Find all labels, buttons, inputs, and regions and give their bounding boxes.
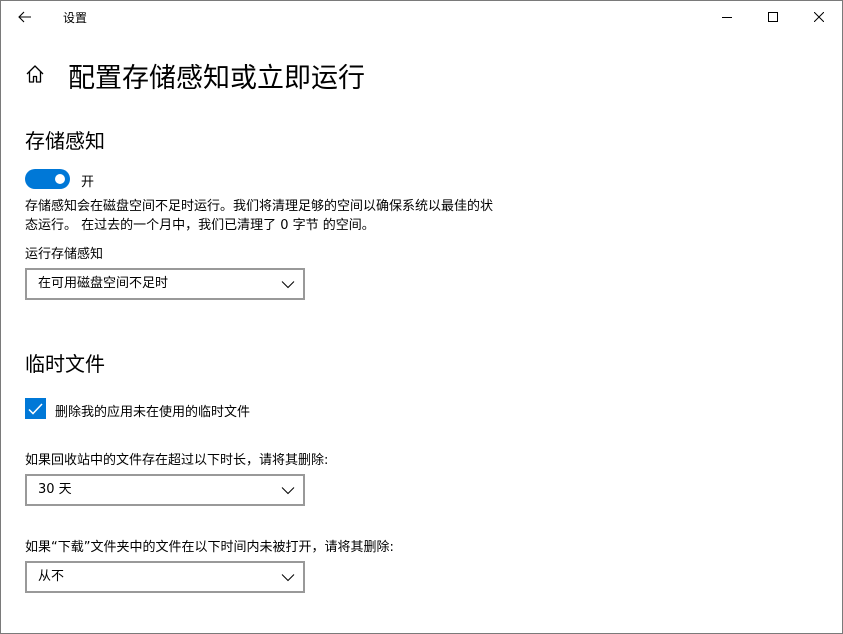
delete-temp-files-checkbox[interactable] xyxy=(25,398,46,419)
downloads-label: 如果“下载”文件夹中的文件在以下时间内未被打开，请将其删除: xyxy=(25,540,394,555)
home-icon xyxy=(26,65,44,83)
page-title: 配置存储感知或立即运行 xyxy=(68,63,365,94)
toggle-state-label: 开 xyxy=(81,175,95,190)
close-button[interactable] xyxy=(796,1,842,33)
dropdown-value: 从不 xyxy=(38,569,65,584)
checkmark-icon xyxy=(28,402,43,415)
downloads-dropdown[interactable]: 从不 xyxy=(25,561,305,593)
back-button[interactable] xyxy=(1,1,49,33)
dropdown-value: 在可用磁盘空间不足时 xyxy=(38,276,169,291)
settings-window: 设置 配置存储感知或立即运行 存储感知 开 存储感知会在磁盘空间不足时运行。我们… xyxy=(0,0,843,634)
minimize-button[interactable] xyxy=(704,1,750,33)
storage-sense-toggle[interactable] xyxy=(25,169,70,189)
window-title: 设置 xyxy=(63,11,88,25)
chevron-down-icon xyxy=(281,487,295,495)
recycle-bin-label: 如果回收站中的文件存在超过以下时长，请将其删除: xyxy=(25,453,329,468)
close-icon xyxy=(814,12,824,22)
maximize-button[interactable] xyxy=(750,1,796,33)
toggle-knob xyxy=(55,174,65,184)
chevron-down-icon xyxy=(281,574,295,582)
home-button[interactable] xyxy=(25,64,47,86)
minimize-icon xyxy=(722,17,732,18)
storage-sense-heading: 存储感知 xyxy=(25,129,105,153)
chevron-down-icon xyxy=(281,281,295,289)
delete-temp-files-label: 删除我的应用未在使用的临时文件 xyxy=(55,405,251,420)
maximize-icon xyxy=(768,12,778,22)
run-storage-sense-dropdown[interactable]: 在可用磁盘空间不足时 xyxy=(25,268,305,300)
run-storage-sense-label: 运行存储感知 xyxy=(25,247,104,262)
arrow-left-icon xyxy=(18,11,31,23)
temp-files-heading: 临时文件 xyxy=(25,352,105,376)
recycle-bin-dropdown[interactable]: 30 天 xyxy=(25,474,305,506)
title-bar: 设置 xyxy=(1,1,842,33)
dropdown-value: 30 天 xyxy=(38,482,72,497)
storage-sense-description: 存储感知会在磁盘空间不足时运行。我们将清理足够的空间以确保系统以最佳的状态运行。… xyxy=(25,199,494,233)
